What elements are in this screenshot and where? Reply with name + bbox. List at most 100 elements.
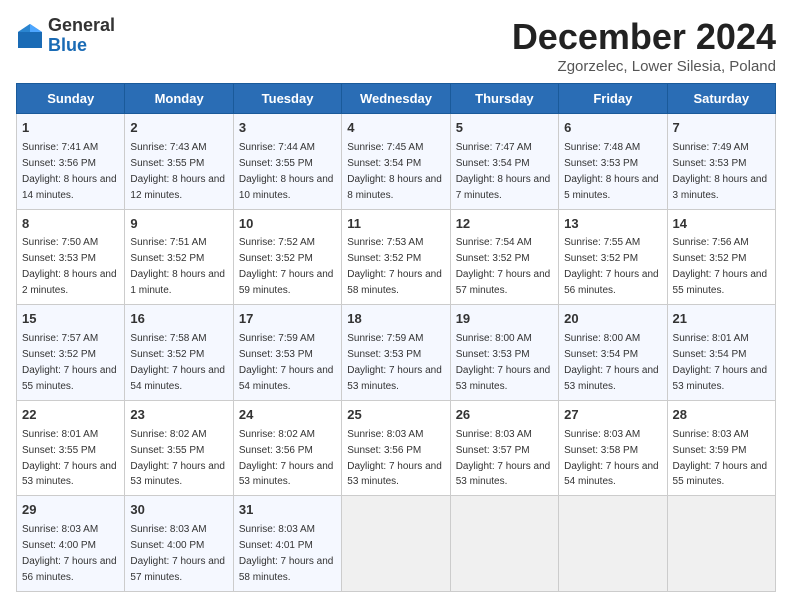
day-info: Sunrise: 8:03 AMSunset: 3:58 PMDaylight:…	[564, 429, 659, 488]
day-number: 16	[130, 310, 227, 329]
day-info: Sunrise: 8:03 AMSunset: 3:57 PMDaylight:…	[456, 429, 551, 488]
day-info: Sunrise: 7:56 AMSunset: 3:52 PMDaylight:…	[673, 237, 768, 296]
calendar-header: Sunday Monday Tuesday Wednesday Thursday…	[17, 84, 776, 114]
calendar-week-row: 8 Sunrise: 7:50 AMSunset: 3:53 PMDaylight…	[17, 209, 776, 305]
calendar-body: 1 Sunrise: 7:41 AMSunset: 3:56 PMDaylight…	[17, 114, 776, 592]
weekday-wednesday: Wednesday	[342, 84, 450, 114]
table-row	[342, 496, 450, 592]
day-info: Sunrise: 7:44 AMSunset: 3:55 PMDaylight:…	[239, 142, 334, 201]
day-info: Sunrise: 7:58 AMSunset: 3:52 PMDaylight:…	[130, 333, 225, 392]
day-info: Sunrise: 8:03 AMSunset: 4:00 PMDaylight:…	[22, 524, 117, 583]
table-row: 13 Sunrise: 7:55 AMSunset: 3:52 PMDayligh…	[559, 209, 667, 305]
table-row: 7 Sunrise: 7:49 AMSunset: 3:53 PMDaylight…	[667, 114, 775, 210]
day-info: Sunrise: 7:43 AMSunset: 3:55 PMDaylight:…	[130, 142, 225, 201]
day-number: 3	[239, 119, 336, 138]
table-row: 5 Sunrise: 7:47 AMSunset: 3:54 PMDaylight…	[450, 114, 558, 210]
table-row: 9Sunrise: 7:51 AMSunset: 3:52 PMDaylight…	[125, 209, 233, 305]
day-info: Sunrise: 8:01 AMSunset: 3:55 PMDaylight:…	[22, 429, 117, 488]
table-row: 10 Sunrise: 7:52 AMSunset: 3:52 PMDayligh…	[233, 209, 341, 305]
day-number: 1	[22, 119, 119, 138]
day-info: Sunrise: 8:02 AMSunset: 3:55 PMDaylight:…	[130, 429, 225, 488]
table-row: 25 Sunrise: 8:03 AMSunset: 3:56 PMDayligh…	[342, 400, 450, 496]
weekday-header-row: Sunday Monday Tuesday Wednesday Thursday…	[17, 84, 776, 114]
day-number: 2	[130, 119, 227, 138]
day-info: Sunrise: 7:51 AMSunset: 3:52 PMDaylight:…	[130, 237, 225, 296]
day-number: 27	[564, 406, 661, 425]
title-block: December 2024 Zgorzelec, Lower Silesia, …	[512, 16, 776, 75]
day-number: 24	[239, 406, 336, 425]
table-row: 23Sunrise: 8:02 AMSunset: 3:55 PMDayligh…	[125, 400, 233, 496]
day-number: 30	[130, 501, 227, 520]
day-info: Sunrise: 7:54 AMSunset: 3:52 PMDaylight:…	[456, 237, 551, 296]
day-info: Sunrise: 7:55 AMSunset: 3:52 PMDaylight:…	[564, 237, 659, 296]
day-number: 7	[673, 119, 770, 138]
month-title: December 2024	[512, 16, 776, 58]
table-row: 17Sunrise: 7:59 AMSunset: 3:53 PMDayligh…	[233, 305, 341, 401]
table-row: 24Sunrise: 8:02 AMSunset: 3:56 PMDayligh…	[233, 400, 341, 496]
day-number: 12	[456, 215, 553, 234]
table-row: 30Sunrise: 8:03 AMSunset: 4:00 PMDayligh…	[125, 496, 233, 592]
table-row: 26 Sunrise: 8:03 AMSunset: 3:57 PMDayligh…	[450, 400, 558, 496]
day-number: 28	[673, 406, 770, 425]
logo: General Blue	[16, 16, 115, 56]
day-info: Sunrise: 7:52 AMSunset: 3:52 PMDaylight:…	[239, 237, 334, 296]
day-info: Sunrise: 8:03 AMSunset: 3:59 PMDaylight:…	[673, 429, 768, 488]
calendar-table: Sunday Monday Tuesday Wednesday Thursday…	[16, 83, 776, 592]
day-info: Sunrise: 8:00 AMSunset: 3:54 PMDaylight:…	[564, 333, 659, 392]
table-row: 16 Sunrise: 7:58 AMSunset: 3:52 PMDayligh…	[125, 305, 233, 401]
table-row: 2 Sunrise: 7:43 AMSunset: 3:55 PMDaylight…	[125, 114, 233, 210]
day-info: Sunrise: 7:49 AMSunset: 3:53 PMDaylight:…	[673, 142, 768, 201]
table-row: 11 Sunrise: 7:53 AMSunset: 3:52 PMDayligh…	[342, 209, 450, 305]
page-header: General Blue December 2024 Zgorzelec, Lo…	[16, 16, 776, 75]
table-row: 27 Sunrise: 8:03 AMSunset: 3:58 PMDayligh…	[559, 400, 667, 496]
weekday-monday: Monday	[125, 84, 233, 114]
table-row	[559, 496, 667, 592]
day-number: 25	[347, 406, 444, 425]
table-row: 20 Sunrise: 8:00 AMSunset: 3:54 PMDayligh…	[559, 305, 667, 401]
day-number: 17	[239, 310, 336, 329]
weekday-thursday: Thursday	[450, 84, 558, 114]
day-number: 29	[22, 501, 119, 520]
table-row: 18Sunrise: 7:59 AMSunset: 3:53 PMDayligh…	[342, 305, 450, 401]
day-info: Sunrise: 7:50 AMSunset: 3:53 PMDaylight:…	[22, 237, 117, 296]
day-number: 26	[456, 406, 553, 425]
day-number: 31	[239, 501, 336, 520]
day-number: 13	[564, 215, 661, 234]
logo-text: General Blue	[48, 16, 115, 56]
table-row	[450, 496, 558, 592]
table-row: 28 Sunrise: 8:03 AMSunset: 3:59 PMDayligh…	[667, 400, 775, 496]
day-info: Sunrise: 8:03 AMSunset: 4:01 PMDaylight:…	[239, 524, 334, 583]
day-number: 21	[673, 310, 770, 329]
table-row: 21Sunrise: 8:01 AMSunset: 3:54 PMDayligh…	[667, 305, 775, 401]
table-row: 12 Sunrise: 7:54 AMSunset: 3:52 PMDayligh…	[450, 209, 558, 305]
weekday-friday: Friday	[559, 84, 667, 114]
logo-icon	[16, 22, 44, 50]
day-info: Sunrise: 7:47 AMSunset: 3:54 PMDaylight:…	[456, 142, 551, 201]
table-row: 19 Sunrise: 8:00 AMSunset: 3:53 PMDayligh…	[450, 305, 558, 401]
day-number: 8	[22, 215, 119, 234]
day-number: 20	[564, 310, 661, 329]
day-info: Sunrise: 7:57 AMSunset: 3:52 PMDaylight:…	[22, 333, 117, 392]
day-number: 4	[347, 119, 444, 138]
table-row: 3 Sunrise: 7:44 AMSunset: 3:55 PMDaylight…	[233, 114, 341, 210]
day-number: 22	[22, 406, 119, 425]
day-number: 11	[347, 215, 444, 234]
day-info: Sunrise: 7:45 AMSunset: 3:54 PMDaylight:…	[347, 142, 442, 201]
table-row: 8 Sunrise: 7:50 AMSunset: 3:53 PMDaylight…	[17, 209, 125, 305]
weekday-saturday: Saturday	[667, 84, 775, 114]
day-info: Sunrise: 8:00 AMSunset: 3:53 PMDaylight:…	[456, 333, 551, 392]
table-row: 1 Sunrise: 7:41 AMSunset: 3:56 PMDaylight…	[17, 114, 125, 210]
day-info: Sunrise: 8:03 AMSunset: 3:56 PMDaylight:…	[347, 429, 442, 488]
day-info: Sunrise: 7:53 AMSunset: 3:52 PMDaylight:…	[347, 237, 442, 296]
day-number: 19	[456, 310, 553, 329]
calendar-week-row: 15Sunrise: 7:57 AMSunset: 3:52 PMDayligh…	[17, 305, 776, 401]
day-number: 18	[347, 310, 444, 329]
day-number: 10	[239, 215, 336, 234]
calendar-week-row: 22 Sunrise: 8:01 AMSunset: 3:55 PMDayligh…	[17, 400, 776, 496]
table-row: 6Sunrise: 7:48 AMSunset: 3:53 PMDaylight…	[559, 114, 667, 210]
day-number: 5	[456, 119, 553, 138]
day-info: Sunrise: 7:48 AMSunset: 3:53 PMDaylight:…	[564, 142, 659, 201]
day-info: Sunrise: 7:41 AMSunset: 3:56 PMDaylight:…	[22, 142, 117, 201]
table-row	[667, 496, 775, 592]
table-row: 22 Sunrise: 8:01 AMSunset: 3:55 PMDayligh…	[17, 400, 125, 496]
